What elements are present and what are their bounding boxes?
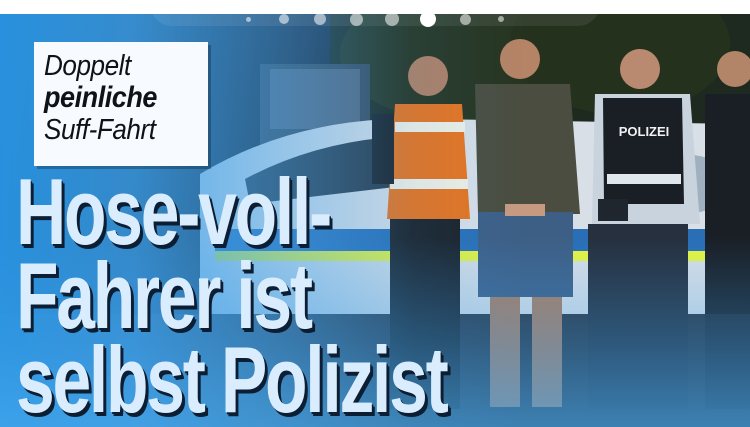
headline[interactable]: Hose-voll- Fahrer ist selbst Polizist	[16, 159, 616, 427]
pager-dot[interactable]	[385, 12, 399, 26]
pager-dot-active[interactable]	[420, 11, 436, 27]
vest-label: POLIZEI	[618, 124, 670, 139]
headline-line-3: selbst Polizist	[16, 327, 449, 427]
kicker-line-2: peinliche	[44, 81, 157, 114]
carousel-pager	[0, 0, 750, 27]
kicker-box: Doppelt peinliche Suff-Fahrt	[34, 42, 208, 166]
pager-dot[interactable]	[459, 13, 471, 25]
pager-dot[interactable]	[279, 14, 289, 24]
headline-line-2: Fahrer ist	[16, 243, 313, 348]
pager-dot[interactable]	[498, 16, 504, 22]
pager-dot[interactable]	[314, 13, 326, 25]
article-teaser-card[interactable]: POLIZEI Doppelt peinliche Suff-Fahrt Hos…	[0, 14, 750, 427]
kicker-line-1: Doppelt	[44, 50, 131, 82]
headline-line-1: Hose-voll-	[16, 159, 332, 264]
pager-dot[interactable]	[349, 12, 363, 26]
pager-dot[interactable]	[245, 16, 251, 22]
kicker-line-3: Suff-Fahrt	[44, 114, 156, 146]
